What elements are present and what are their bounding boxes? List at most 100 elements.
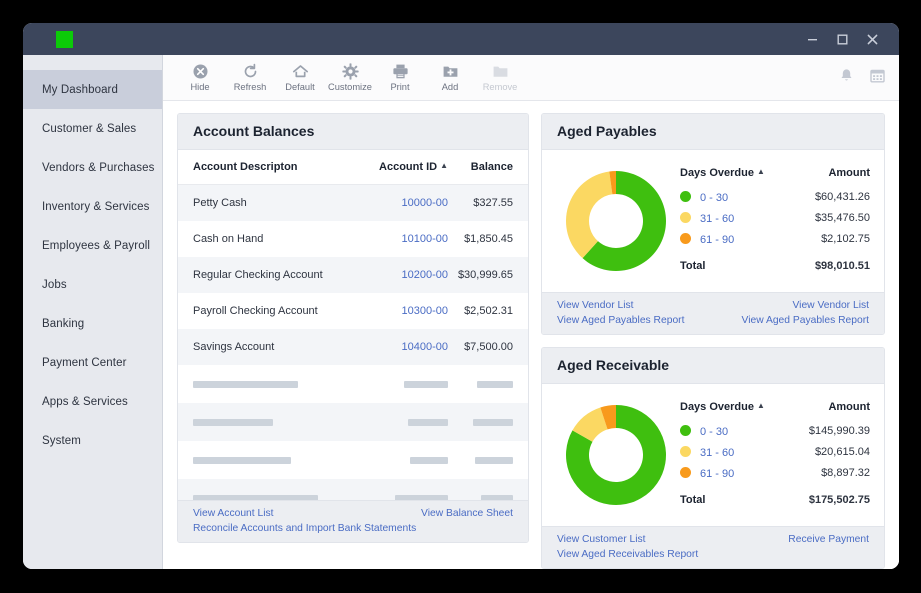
calendar-icon[interactable]	[870, 68, 885, 88]
legend-row[interactable]: 0 - 30 $145,990.39	[680, 421, 870, 442]
print-button[interactable]: Print	[375, 63, 425, 92]
view-vendor-list-link-right[interactable]: View Vendor List	[792, 300, 869, 311]
aged-receivable-body: Days Overdue▲ Amount 0 - 30 $145,990.39	[542, 384, 884, 526]
sidebar-item-label: Jobs	[42, 279, 67, 291]
cell-description: Regular Checking Account	[178, 257, 356, 293]
column-header-account-id[interactable]: Account ID▲	[356, 150, 448, 185]
column-header-amount[interactable]: Amount	[790, 401, 870, 421]
column-header-balance[interactable]: Balance	[448, 150, 528, 185]
table-row[interactable]: Payroll Checking Account 10300-00 $2,502…	[178, 293, 528, 329]
remove-label: Remove	[483, 82, 518, 92]
placeholder-bar	[473, 419, 513, 426]
printer-icon	[392, 63, 409, 80]
sidebar-item-label: My Dashboard	[42, 84, 118, 96]
column-header-amount[interactable]: Amount	[795, 167, 870, 187]
receive-payment-link[interactable]: Receive Payment	[788, 534, 869, 545]
dashboard-right-column: Aged Payables	[541, 113, 885, 569]
minimize-button[interactable]	[797, 23, 827, 55]
cell-account-id-link[interactable]: 10100-00	[402, 233, 449, 245]
sidebar-item-banking[interactable]: Banking	[23, 304, 162, 343]
sidebar-item-label: Employees & Payroll	[42, 240, 150, 252]
donut-segment-31-60[interactable]	[566, 171, 612, 258]
gear-icon	[342, 63, 359, 80]
sidebar-item-inventory-services[interactable]: Inventory & Services	[23, 187, 162, 226]
placeholder-bar	[475, 457, 513, 464]
customize-button[interactable]: Customize	[325, 63, 375, 92]
cell-account-id-link[interactable]: 10000-00	[402, 197, 449, 209]
window-body: My Dashboard Customer & Sales Vendors & …	[23, 55, 899, 569]
total-amount: $98,010.51	[795, 250, 870, 276]
hide-icon	[192, 63, 209, 80]
reconcile-accounts-link[interactable]: Reconcile Accounts and Import Bank State…	[193, 523, 416, 534]
print-label: Print	[390, 82, 409, 92]
cell-account-id-link[interactable]: 10400-00	[402, 341, 449, 353]
legend-bucket-31-60[interactable]: 31 - 60	[680, 208, 795, 229]
close-button[interactable]	[857, 23, 887, 55]
hide-button[interactable]: Hide	[175, 63, 225, 92]
legend-amount-0-30: $145,990.39	[790, 421, 870, 442]
view-vendor-list-link-left[interactable]: View Vendor List	[557, 300, 634, 311]
legend-amount-31-60: $20,615.04	[790, 442, 870, 463]
legend-amount-31-60: $35,476.50	[795, 208, 870, 229]
cell-balance: $30,999.65	[448, 257, 528, 293]
column-header-description[interactable]: Account Descripton	[178, 150, 356, 185]
title-bar	[23, 23, 899, 55]
legend-bucket-0-30[interactable]: 0 - 30	[680, 187, 795, 208]
sidebar-item-label: Customer & Sales	[42, 123, 136, 135]
sidebar-item-customer-sales[interactable]: Customer & Sales	[23, 109, 162, 148]
table-header-row: Account Descripton Account ID▲ Balance	[178, 150, 528, 185]
sort-ascending-icon: ▲	[440, 161, 448, 170]
account-balances-panel: Account Balances Account Descripton Acco…	[177, 113, 529, 543]
legend-bucket-61-90[interactable]: 61 - 90	[680, 229, 795, 250]
view-balance-sheet-link[interactable]: View Balance Sheet	[421, 508, 513, 519]
legend-amount-0-30: $60,431.26	[795, 187, 870, 208]
sidebar-item-system[interactable]: System	[23, 421, 162, 460]
legend-row[interactable]: 0 - 30 $60,431.26	[680, 187, 870, 208]
sidebar-item-vendors-purchases[interactable]: Vendors & Purchases	[23, 148, 162, 187]
table-row[interactable]: Regular Checking Account 10200-00 $30,99…	[178, 257, 528, 293]
sidebar-item-label: Apps & Services	[42, 396, 128, 408]
sidebar-item-label: Inventory & Services	[42, 201, 149, 213]
bell-icon[interactable]	[839, 68, 854, 88]
view-account-list-link[interactable]: View Account List	[193, 508, 274, 519]
legend-total-row: Total $175,502.75	[680, 484, 870, 510]
maximize-button[interactable]	[827, 23, 857, 55]
add-button[interactable]: Add	[425, 63, 475, 92]
table-row[interactable]: Petty Cash 10000-00 $327.55	[178, 185, 528, 222]
placeholder-bar	[408, 419, 448, 426]
legend-row[interactable]: 31 - 60 $35,476.50	[680, 208, 870, 229]
sidebar-item-apps-services[interactable]: Apps & Services	[23, 382, 162, 421]
green-square-logo	[56, 31, 73, 48]
column-header-days-overdue[interactable]: Days Overdue▲	[680, 401, 790, 421]
cell-account-id-link[interactable]: 10200-00	[402, 269, 449, 281]
legend-bucket-0-30[interactable]: 0 - 30	[680, 421, 790, 442]
aged-payables-legend: Days Overdue▲ Amount 0 - 30 $60,431.26	[680, 167, 870, 276]
total-label: Total	[680, 484, 790, 510]
placeholder-bar	[193, 419, 273, 426]
sidebar-item-jobs[interactable]: Jobs	[23, 265, 162, 304]
legend-bucket-61-90[interactable]: 61 - 90	[680, 463, 790, 484]
legend-amount-61-90: $2,102.75	[795, 229, 870, 250]
sidebar-item-my-dashboard[interactable]: My Dashboard	[23, 70, 162, 109]
legend-row[interactable]: 61 - 90 $2,102.75	[680, 229, 870, 250]
column-header-days-overdue[interactable]: Days Overdue▲	[680, 167, 795, 187]
sidebar-item-employees-payroll[interactable]: Employees & Payroll	[23, 226, 162, 265]
default-button[interactable]: Default	[275, 63, 325, 92]
view-customer-list-link[interactable]: View Customer List	[557, 534, 646, 545]
legend-row[interactable]: 61 - 90 $8,897.32	[680, 463, 870, 484]
placeholder-bar	[193, 457, 291, 464]
view-aged-receivables-report-link[interactable]: View Aged Receivables Report	[557, 549, 698, 560]
table-row[interactable]: Savings Account 10400-00 $7,500.00	[178, 329, 528, 365]
cell-balance: $327.55	[448, 185, 528, 222]
view-aged-payables-report-link-left[interactable]: View Aged Payables Report	[557, 315, 684, 326]
cell-balance: $2,502.31	[448, 293, 528, 329]
cell-description: Payroll Checking Account	[178, 293, 356, 329]
refresh-button[interactable]: Refresh	[225, 63, 275, 92]
legend-row[interactable]: 31 - 60 $20,615.04	[680, 442, 870, 463]
sidebar-item-payment-center[interactable]: Payment Center	[23, 343, 162, 382]
cell-description: Savings Account	[178, 329, 356, 365]
cell-account-id-link[interactable]: 10300-00	[402, 305, 449, 317]
view-aged-payables-report-link-right[interactable]: View Aged Payables Report	[742, 315, 869, 326]
legend-bucket-31-60[interactable]: 31 - 60	[680, 442, 790, 463]
table-row[interactable]: Cash on Hand 10100-00 $1,850.45	[178, 221, 528, 257]
